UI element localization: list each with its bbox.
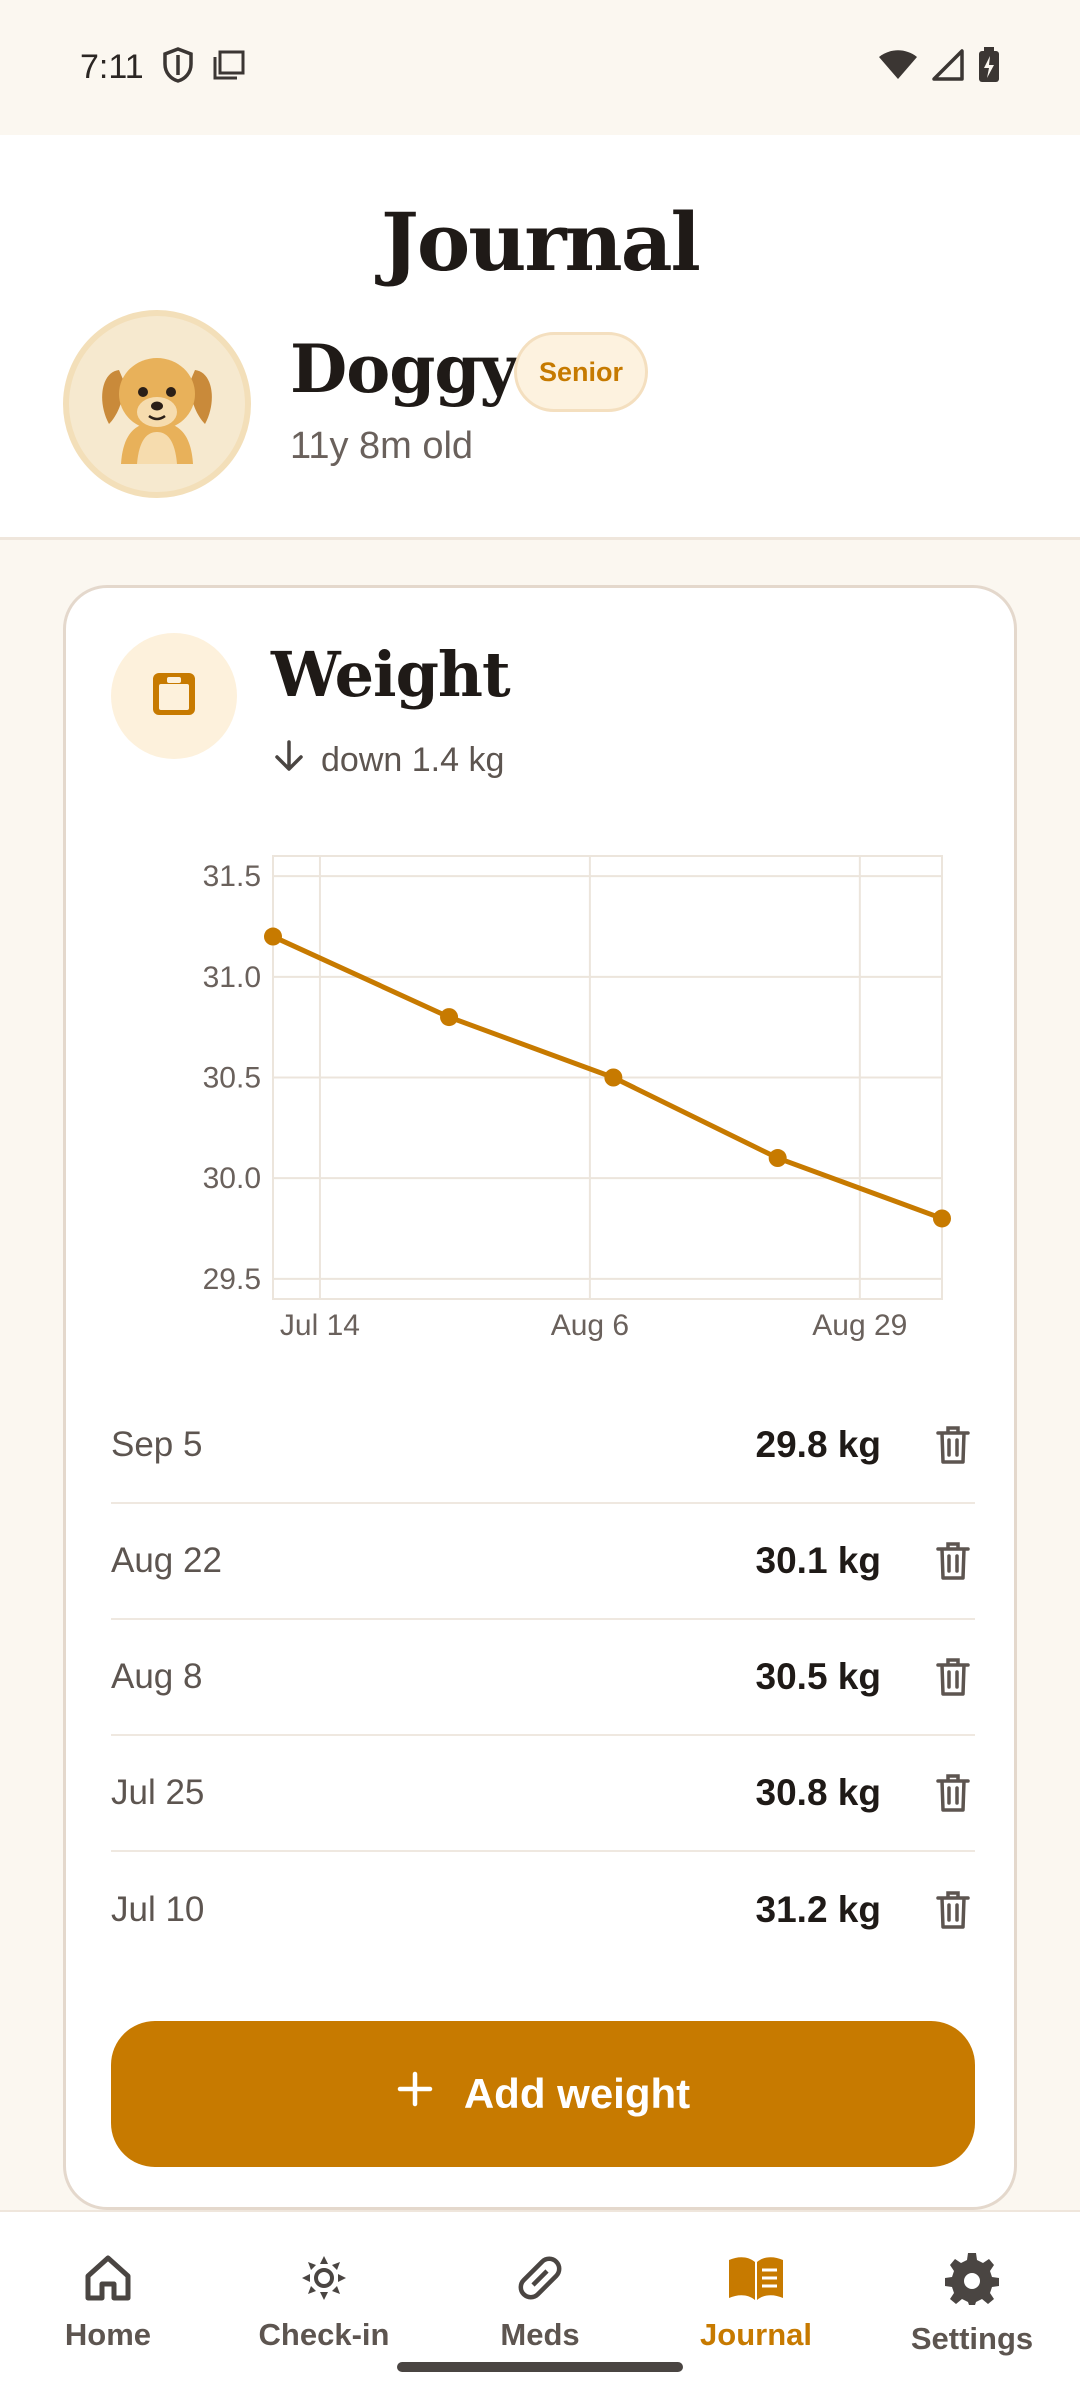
nav-label: Check-in	[258, 2317, 390, 2352]
shield-icon	[162, 47, 194, 88]
dog-avatar-icon	[87, 332, 227, 477]
scale-icon-container	[111, 633, 237, 759]
signal-icon	[932, 49, 964, 86]
weight-entry-row[interactable]: Jul 10 31.2 kg	[111, 1852, 975, 1968]
trend-text: down 1.4 kg	[321, 741, 505, 779]
nav-label: Home	[64, 2317, 152, 2352]
x-tick-label: Jul 14	[280, 1309, 360, 1342]
screen-icon	[212, 49, 246, 86]
add-weight-button[interactable]: Add weight	[111, 2021, 975, 2167]
nav-item-home[interactable]: Home	[0, 2212, 216, 2400]
y-tick-label: 30.5	[203, 1062, 261, 1095]
pet-name: Doggy	[290, 330, 518, 408]
weight-trend: down 1.4 kg	[271, 738, 504, 783]
delete-entry-icon[interactable]	[931, 1655, 975, 1699]
entry-date: Aug 22	[111, 1541, 222, 1580]
delete-entry-icon[interactable]	[931, 1539, 975, 1583]
nav-label: Settings	[910, 2321, 1034, 2356]
status-time: 7:11	[80, 48, 144, 86]
nav-item-settings[interactable]: Settings	[864, 2212, 1080, 2400]
y-tick-label: 31.5	[203, 860, 261, 893]
home-icon	[82, 2252, 134, 2309]
plus-icon	[396, 2070, 434, 2118]
page-title: Journal	[381, 195, 701, 289]
weight-card: Weight down 1.4 kg 31.5 31.0 30.5 30.0 29.5 J…	[63, 585, 1017, 2210]
delete-entry-icon[interactable]	[931, 1888, 975, 1932]
add-weight-label: Add weight	[463, 2070, 691, 2117]
x-tick-label: Aug 29	[812, 1309, 907, 1342]
pill-icon	[514, 2252, 566, 2309]
sun-icon	[298, 2252, 350, 2309]
arrow-down-icon	[271, 738, 307, 783]
weight-entry-row[interactable]: Aug 8 30.5 kg	[111, 1620, 975, 1736]
y-tick-label: 30.0	[203, 1162, 261, 1195]
wifi-icon	[878, 49, 918, 86]
entry-date: Aug 8	[111, 1657, 203, 1696]
weight-data-point	[768, 1149, 787, 1168]
y-tick-label: 31.0	[203, 961, 261, 994]
nav-item-journal[interactable]: Journal	[648, 2212, 864, 2400]
delete-entry-icon[interactable]	[931, 1423, 975, 1467]
entry-date: Jul 25	[111, 1773, 205, 1812]
x-tick-label: Aug 6	[551, 1309, 629, 1342]
gesture-bar[interactable]	[397, 2362, 683, 2372]
entry-weight: 30.1 kg	[755, 1540, 881, 1581]
status-right	[878, 47, 1000, 88]
senior-badge: Senior	[514, 332, 649, 412]
weight-entry-row[interactable]: Jul 25 30.8 kg	[111, 1736, 975, 1852]
weight-data-point	[604, 1068, 623, 1087]
y-tick-label: 29.5	[203, 1263, 261, 1296]
entry-date: Jul 10	[111, 1890, 205, 1929]
delete-entry-icon[interactable]	[931, 1771, 975, 1815]
weight-data-point	[440, 1008, 459, 1027]
nav-label: Meds	[500, 2317, 580, 2352]
header: Journal Doggy Senior 11y 8m old	[0, 135, 1080, 540]
weight-data-point	[933, 1209, 951, 1228]
weight-data-point	[264, 927, 282, 946]
entry-weight: 31.2 kg	[755, 1889, 881, 1930]
book-icon	[726, 2252, 786, 2309]
entry-weight: 30.8 kg	[755, 1772, 881, 1813]
gear-icon	[944, 2252, 1000, 2313]
weight-entry-row[interactable]: Sep 5 29.8 kg	[111, 1388, 975, 1504]
card-title: Weight	[271, 638, 511, 711]
weight-entries-list: Sep 5 29.8 kg Aug 22 30.1 kg Aug 8 30.5 kg Jul…	[111, 1388, 975, 1968]
nav-label: Journal	[700, 2317, 812, 2352]
status-bar: 7:11	[0, 0, 1080, 135]
weight-entry-row[interactable]: Aug 22 30.1 kg	[111, 1504, 975, 1620]
battery-charging-icon	[978, 47, 1000, 88]
entry-weight: 29.8 kg	[755, 1424, 881, 1465]
status-left: 7:11	[80, 47, 246, 88]
scale-icon	[149, 669, 199, 724]
pet-age: 11y 8m old	[290, 425, 474, 467]
pet-avatar[interactable]	[63, 310, 251, 498]
entry-date: Sep 5	[111, 1425, 203, 1464]
entry-weight: 30.5 kg	[755, 1656, 881, 1697]
